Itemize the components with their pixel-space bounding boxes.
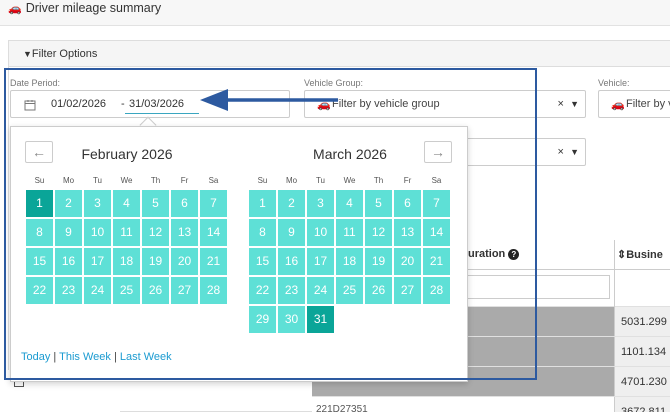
vehicle-label: Vehicle: [598, 78, 630, 88]
car-icon: 🚗 [8, 3, 22, 15]
page-title: 🚗 Driver mileage summary [8, 1, 162, 15]
business-value: 4701.230 [614, 367, 670, 396]
clear-icon[interactable]: × [558, 146, 564, 158]
table-row[interactable]: 221D27351 3672.811 [312, 397, 670, 412]
business-value: 1101.134 [614, 337, 670, 366]
vehicle-select[interactable]: 🚗 Filter by v [598, 90, 670, 118]
sort-icon: ⇕ [617, 249, 627, 261]
filter-panel-heading[interactable]: ▼Filter Options [9, 41, 670, 67]
chevron-down-icon[interactable]: ▼ [570, 99, 579, 109]
filter-icon: ▼ [23, 49, 32, 59]
row-label: 221D27351 [316, 404, 368, 412]
vehicle-placeholder: Filter by v [626, 98, 670, 110]
annotation-highlight-box [4, 68, 537, 380]
chevron-down-icon[interactable]: ▼ [570, 147, 579, 157]
clear-icon[interactable]: × [558, 98, 564, 110]
annotation-arrow [200, 89, 338, 111]
business-value: 3672.811 [614, 397, 670, 412]
business-column-header[interactable]: ⇕Busine [617, 248, 663, 261]
filter-panel-title: Filter Options [31, 48, 98, 60]
car-icon: 🚗 [611, 99, 625, 111]
business-value: 5031.299 [614, 307, 670, 336]
page-header: 🚗 Driver mileage summary [0, 0, 670, 26]
